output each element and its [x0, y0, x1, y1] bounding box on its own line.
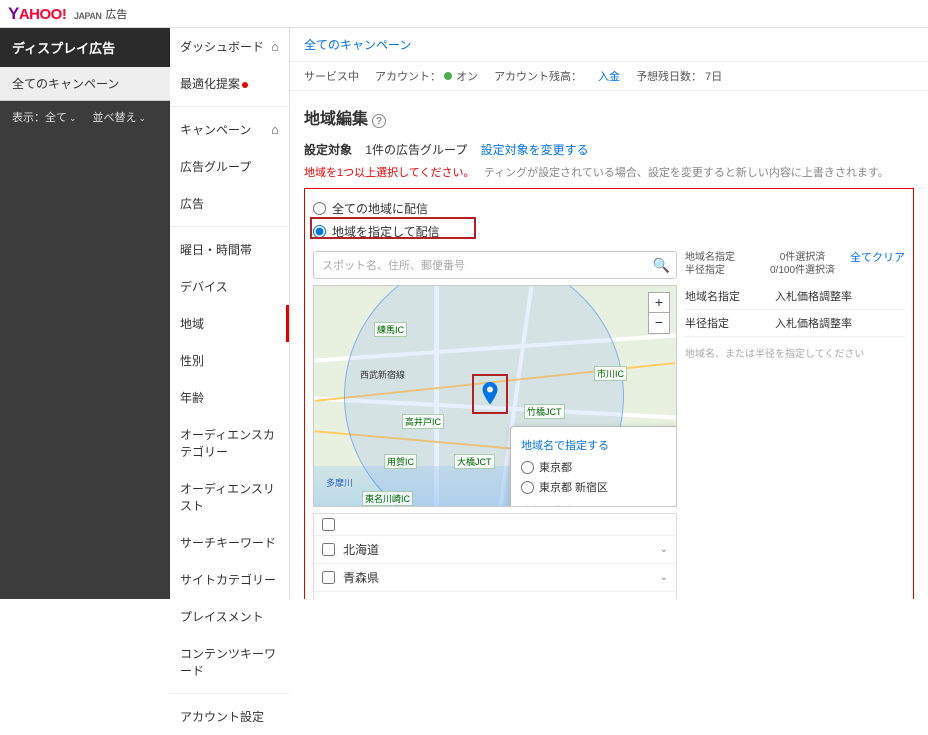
expand-icon[interactable]: ⌄	[660, 572, 668, 583]
status-dot-icon	[444, 72, 452, 80]
nav-placement[interactable]: プレイスメント	[170, 598, 289, 635]
content-area: 全てのキャンペーン サービス中 アカウント： オン アカウント残高： 入金 予想…	[290, 28, 928, 599]
map-poi: 練馬IC	[374, 322, 407, 337]
product-label: 広告	[105, 6, 127, 22]
forecast: 予想残日数： 7日	[636, 68, 722, 84]
map[interactable]: 練馬IC 高井戸IC 用賀IC 東名川崎IC 市川IC 大橋JCT 竹橋JCT …	[313, 285, 677, 507]
nav-site-category[interactable]: サイトカテゴリー	[170, 561, 289, 598]
region-row[interactable]: 岩手県⌄	[314, 592, 676, 599]
location-popup: 地域名で指定する 東京都 東京都 新宿区 半径で指定する 東京都新宿区四谷１丁目…	[510, 426, 677, 507]
region-checkbox[interactable]	[322, 571, 335, 584]
map-pin-icon[interactable]	[481, 382, 499, 400]
popup-opt-tokyo[interactable]: 東京都	[521, 457, 674, 477]
deposit-link[interactable]: 入金	[598, 68, 620, 84]
radio-specify-regions[interactable]	[313, 225, 326, 238]
nav-account-settings[interactable]: アカウント設定	[170, 698, 289, 735]
option-specify-regions[interactable]: 地域を指定して配信	[313, 220, 905, 243]
region-row[interactable]: 北海道⌄	[314, 536, 676, 564]
mid-sidebar: ダッシュボード⌂ 最適化提案 キャンペーン⌂ 広告グループ 広告 曜日・時間帯 …	[170, 28, 290, 599]
nav-device[interactable]: デバイス	[170, 268, 289, 305]
alert-dot-icon	[242, 82, 248, 88]
nav-campaign[interactable]: キャンペーン⌂	[170, 111, 289, 148]
clear-all-link[interactable]: 全てクリア	[850, 251, 905, 265]
page-title: 地域編集?	[304, 105, 914, 129]
popup-by-name-title: 地域名で指定する	[521, 437, 674, 453]
expand-icon[interactable]: ⌄	[660, 544, 668, 555]
nav-ad[interactable]: 広告	[170, 185, 289, 222]
map-poi: 高井戸IC	[402, 414, 444, 429]
map-poi: 東名川崎IC	[362, 491, 413, 506]
summary-table: 地域名指定入札価格調整率 半径指定入札価格調整率	[685, 283, 905, 337]
display-filter[interactable]: 表示：全て⌄	[12, 109, 77, 125]
nav-dayparting[interactable]: 曜日・時間帯	[170, 231, 289, 268]
nav-search-keyword[interactable]: サーチキーワード	[170, 524, 289, 561]
left-sidebar: ディスプレイ広告 全てのキャンペーン 表示：全て⌄ 並べ替え⌄	[0, 28, 170, 599]
topbar: YAHOO! JAPAN 広告	[0, 0, 928, 28]
target-row: 設定対象 1件の広告グループ 設定対象を変更する	[304, 141, 914, 158]
change-target-link[interactable]: 設定対象を変更する	[481, 143, 589, 157]
home-icon: ⌂	[271, 39, 279, 54]
breadcrumb[interactable]: 全てのキャンペーン	[290, 28, 928, 62]
summary-radius-label: 半径指定	[685, 264, 755, 277]
selection-total: 0/100件選択済	[755, 264, 850, 277]
popup-by-radius-title: 半径で指定する	[521, 503, 674, 507]
region-row[interactable]: 青森県⌄	[314, 564, 676, 592]
option-all-regions[interactable]: 全ての地域に配信	[313, 197, 905, 220]
map-poi: 市川IC	[594, 366, 627, 381]
nav-content-keyword[interactable]: コンテンツキーワード	[170, 635, 289, 689]
map-poi: 竹橋JCT	[524, 404, 565, 419]
account-status: アカウント： オン	[375, 68, 478, 84]
nav-audience-list[interactable]: オーディエンスリスト	[170, 470, 289, 524]
sidebar-title: ディスプレイ広告	[0, 28, 170, 67]
summary-name-label: 地域名指定	[685, 251, 755, 264]
selection-count: 0件選択済	[755, 251, 850, 264]
location-search-input[interactable]: スポット名、住所、郵便番号 🔍	[313, 251, 677, 279]
nav-age[interactable]: 年齢	[170, 379, 289, 416]
selection-summary: 地域名指定 半径指定 0件選択済 0/100件選択済 全てクリア 地域名指定入札…	[685, 251, 905, 599]
nav-audience-category[interactable]: オーディエンスカテゴリー	[170, 416, 289, 470]
sort-control[interactable]: 並べ替え⌄	[93, 109, 147, 125]
sidebar-all-campaigns[interactable]: 全てのキャンペーン	[0, 67, 170, 101]
zoom-out-button[interactable]: −	[649, 313, 669, 333]
map-zoom-control: + −	[648, 292, 670, 334]
summary-placeholder: 地域名、または半径を指定してください	[685, 345, 905, 360]
status-bar: サービス中 アカウント： オン アカウント残高： 入金 予想残日数： 7日	[290, 62, 928, 91]
map-label: 多摩川	[326, 476, 353, 489]
overwrite-note: ティングが設定されている場合、設定を変更すると新しい内容に上書きされます。	[484, 167, 889, 179]
sidebar-controls: 表示：全て⌄ 並べ替え⌄	[0, 101, 170, 133]
help-icon[interactable]: ?	[372, 114, 386, 128]
error-message: 地域を1つ以上選択してください。	[304, 167, 474, 179]
balance-label: アカウント残高：	[494, 68, 582, 84]
home-icon: ⌂	[271, 122, 279, 137]
region-list-header[interactable]	[314, 514, 676, 536]
serving-status: サービス中	[304, 68, 359, 84]
select-all-checkbox[interactable]	[322, 518, 335, 531]
map-poi: 大橋JCT	[454, 454, 495, 469]
logo: YAHOO! JAPAN	[8, 4, 101, 24]
radio-all-regions[interactable]	[313, 202, 326, 215]
nav-adgroup[interactable]: 広告グループ	[170, 148, 289, 185]
region-checkbox[interactable]	[322, 543, 335, 556]
search-icon[interactable]: 🔍	[653, 257, 670, 274]
nav-gender[interactable]: 性別	[170, 342, 289, 379]
region-config-box: 全ての地域に配信 地域を指定して配信 スポット名、住所、郵便番号 🔍	[304, 188, 914, 599]
nav-optimize[interactable]: 最適化提案	[170, 65, 289, 102]
map-label: 西武新宿線	[360, 368, 405, 381]
popup-opt-shinjuku[interactable]: 東京都 新宿区	[521, 477, 674, 497]
zoom-in-button[interactable]: +	[649, 293, 669, 313]
map-poi: 用賀IC	[384, 454, 417, 469]
nav-dashboard[interactable]: ダッシュボード⌂	[170, 28, 289, 65]
nav-region[interactable]: 地域	[170, 305, 289, 342]
region-list: 北海道⌄ 青森県⌄ 岩手県⌄ 宮城県⌄	[313, 513, 677, 599]
